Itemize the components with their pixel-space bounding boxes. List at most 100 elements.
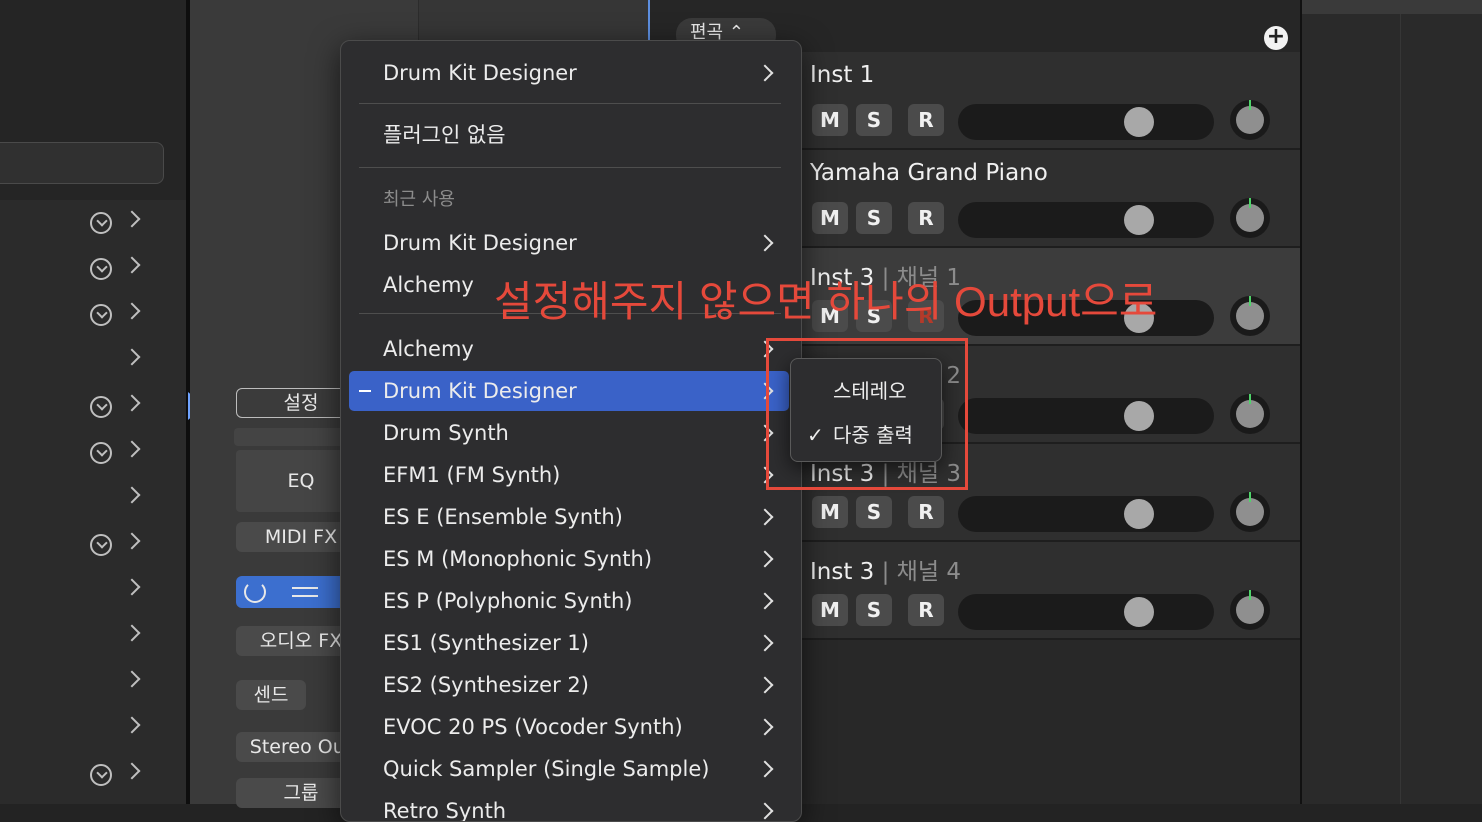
chevron-right-icon[interactable] [123, 256, 141, 274]
record-enable-button[interactable]: R [908, 594, 944, 626]
chevron-right-icon [756, 550, 774, 568]
track-name[interactable]: Yamaha Grand Piano [810, 160, 1048, 186]
sliders-icon [292, 584, 318, 600]
library-row[interactable] [0, 342, 186, 382]
library-search-field[interactable] [0, 142, 164, 184]
menu-item-recent[interactable]: Drum Kit Designer [349, 223, 789, 263]
chevron-right-icon[interactable] [123, 348, 141, 366]
library-row[interactable] [0, 664, 186, 704]
chevron-right-icon[interactable] [123, 762, 141, 780]
solo-button[interactable]: S [856, 594, 892, 626]
chevron-right-icon[interactable] [123, 716, 141, 734]
menu-item-instrument[interactable]: ES1 (Synthesizer 1) [349, 623, 789, 663]
download-icon[interactable] [90, 396, 112, 418]
record-enable-button[interactable]: R [908, 104, 944, 136]
menu-item-instrument[interactable]: Retro Synth [349, 791, 789, 821]
solo-button[interactable]: S [856, 104, 892, 136]
library-row[interactable] [0, 756, 186, 796]
volume-fader-knob[interactable] [1124, 597, 1154, 627]
library-row[interactable] [0, 526, 186, 566]
chevron-right-icon [756, 592, 774, 610]
pan-knob[interactable] [1230, 590, 1270, 630]
chevron-right-icon[interactable] [123, 532, 141, 550]
record-enable-button[interactable]: R [908, 202, 944, 234]
track-row[interactable]: Inst 1 MSR [800, 52, 1300, 150]
record-enable-button[interactable]: R [908, 496, 944, 528]
solo-button[interactable]: S [856, 202, 892, 234]
add-track-button[interactable]: + [1264, 26, 1288, 50]
volume-fader[interactable] [958, 398, 1214, 434]
chevron-right-icon [756, 802, 774, 820]
send-slot[interactable]: 센드 [236, 680, 306, 710]
download-icon[interactable] [90, 442, 112, 464]
menu-item-instrument[interactable]: ES M (Monophonic Synth) [349, 539, 789, 579]
track-name[interactable]: Inst 3 | 채널 4 [810, 552, 961, 586]
menu-item-no-plugin[interactable]: 플러그인 없음 [349, 115, 789, 155]
solo-button[interactable]: S [856, 496, 892, 528]
chevron-right-icon[interactable] [123, 670, 141, 688]
mute-button[interactable]: M [812, 496, 848, 528]
volume-fader[interactable] [958, 202, 1214, 238]
volume-fader[interactable] [958, 496, 1214, 532]
pan-knob[interactable] [1230, 198, 1270, 238]
library-row[interactable] [0, 204, 186, 244]
library-row[interactable] [0, 480, 186, 520]
pan-knob[interactable] [1230, 296, 1270, 336]
chevron-right-icon [756, 508, 774, 526]
download-icon[interactable] [90, 764, 112, 786]
library-row[interactable] [0, 296, 186, 336]
track-name[interactable]: Inst 1 [810, 62, 874, 88]
menu-item-instrument[interactable]: ES E (Ensemble Synth) [349, 497, 789, 537]
chevron-right-icon[interactable] [123, 486, 141, 504]
download-icon[interactable] [90, 304, 112, 326]
menu-item-instrument[interactable]: Alchemy [349, 329, 789, 369]
volume-fader-knob[interactable] [1124, 401, 1154, 431]
chevron-right-icon[interactable] [123, 394, 141, 412]
chevron-right-icon [756, 634, 774, 652]
chevron-right-icon [756, 64, 774, 82]
menu-item-instrument[interactable]: EFM1 (FM Synth) [349, 455, 789, 495]
chevron-right-icon [756, 718, 774, 736]
volume-fader-knob[interactable] [1124, 107, 1154, 137]
timeline-ruler[interactable] [1302, 0, 1482, 14]
menu-divider [359, 103, 781, 104]
volume-fader-knob[interactable] [1124, 205, 1154, 235]
track-row[interactable]: Inst 3 | 채널 4 MSR [800, 542, 1300, 640]
volume-fader[interactable] [958, 594, 1214, 630]
pan-knob[interactable] [1230, 394, 1270, 434]
library-row[interactable] [0, 618, 186, 658]
mute-button[interactable]: M [812, 202, 848, 234]
download-icon[interactable] [90, 534, 112, 556]
menu-divider [359, 167, 781, 168]
menu-item-instrument[interactable]: Drum Synth [349, 413, 789, 453]
menu-item-instrument[interactable]: Quick Sampler (Single Sample) [349, 749, 789, 789]
menu-item-current-plugin[interactable]: Drum Kit Designer [349, 53, 789, 93]
power-icon[interactable] [244, 581, 266, 603]
library-row[interactable] [0, 250, 186, 290]
pan-knob[interactable] [1230, 492, 1270, 532]
chevron-right-icon[interactable] [123, 578, 141, 596]
chevron-right-icon [756, 760, 774, 778]
timeline-area[interactable] [1300, 0, 1482, 804]
menu-item-instrument[interactable]: ES P (Polyphonic Synth) [349, 581, 789, 621]
library-row[interactable] [0, 388, 186, 428]
library-row[interactable] [0, 710, 186, 750]
menu-item-instrument[interactable]: EVOC 20 PS (Vocoder Synth) [349, 707, 789, 747]
library-row[interactable] [0, 434, 186, 474]
track-row[interactable]: Yamaha Grand Piano M S R [800, 150, 1300, 248]
volume-fader[interactable] [958, 104, 1214, 140]
chevron-right-icon[interactable] [123, 440, 141, 458]
mute-button[interactable]: M [812, 104, 848, 136]
pan-knob[interactable] [1230, 100, 1270, 140]
menu-item-instrument[interactable]: Drum Kit Designer [349, 371, 789, 411]
chevron-right-icon[interactable] [123, 624, 141, 642]
download-icon[interactable] [90, 258, 112, 280]
recent-header: 최근 사용 [383, 189, 455, 210]
mute-button[interactable]: M [812, 594, 848, 626]
volume-fader-knob[interactable] [1124, 499, 1154, 529]
library-row[interactable] [0, 572, 186, 612]
chevron-right-icon[interactable] [123, 210, 141, 228]
menu-item-instrument[interactable]: ES2 (Synthesizer 2) [349, 665, 789, 705]
chevron-right-icon[interactable] [123, 302, 141, 320]
download-icon[interactable] [90, 212, 112, 234]
